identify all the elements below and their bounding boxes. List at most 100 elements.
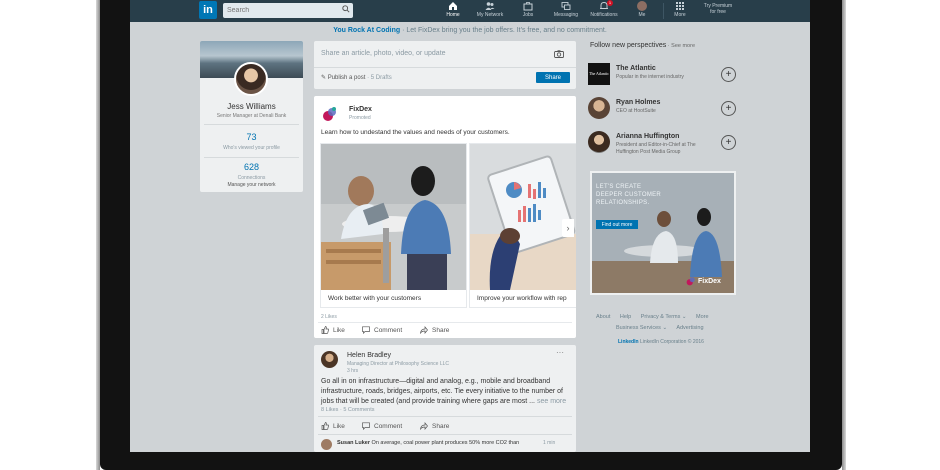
share-update-input[interactable]: Share an article, photo, video, or updat… [321,50,446,57]
plus-icon: + [725,102,732,114]
search-icon[interactable] [342,5,350,13]
see-more-link[interactable]: see more [537,398,566,405]
publish-label: Publish a post [327,75,366,81]
follow-suggestion: The Atlantic The Atlantic Popular in the… [588,63,748,91]
the-atlantic-logo[interactable]: The Atlantic [588,63,610,85]
sidebar-ad[interactable]: LET'S CREATE DEEPER CUSTOMER RELATIONSHI… [590,171,736,295]
sidebar-ad-brand: FixDex [698,277,721,285]
post-comment-button[interactable]: Comment [362,422,402,430]
camera-icon[interactable] [554,50,564,58]
ad-like-button[interactable]: Like [321,326,345,334]
post-divider [318,434,572,435]
comment-text: On average, coal power plant produces 50… [370,440,520,446]
ad-share-label: Share [432,326,450,334]
profile-headline: Senior Manager at Denali Bank [216,113,287,119]
footer-link-help[interactable]: Help [620,314,631,320]
ad-divider [318,322,572,323]
commenter-avatar[interactable] [321,439,332,450]
manage-network-link[interactable]: Manage your network [200,182,303,188]
carousel-next-button[interactable]: › [562,219,574,237]
try-premium-link[interactable]: Try Premium for free [698,3,738,15]
linkedin-wordmark: LinkedIn [618,339,639,345]
home-icon [449,2,457,10]
carousel-slide-1[interactable]: Work better with your customers [320,143,467,308]
connections-count[interactable]: 628 [200,162,303,172]
post-timestamp: 3 hrs [347,368,359,374]
share-button[interactable]: Share [536,72,570,83]
post-like-label: Like [333,422,345,430]
post-author-name[interactable]: Helen Bradley [347,352,391,359]
ad-brand-name[interactable]: FixDex [349,106,372,113]
search-input[interactable] [223,3,353,18]
follow-description: CEO at HootSuite [616,108,656,114]
footer-link-business[interactable]: Business Services ⌄ [616,325,667,331]
linkedin-logo[interactable]: in [199,1,217,19]
bezel-edge-right [842,0,846,470]
nav-more-label: More [674,12,686,18]
profile-divider [204,157,299,158]
sidebar-ad-line-1: LET'S CREATE [596,184,642,190]
follow-perspectives-header: Follow new perspectives · See more [590,42,695,49]
briefcase-icon [523,2,533,11]
footer-link-privacy[interactable]: Privacy & Terms ⌄ [641,314,687,320]
sidebar-ad-logo: FixDex [686,276,721,286]
follow-button[interactable]: + [721,67,736,82]
connections-label[interactable]: Connections [200,175,303,181]
feed-post: Helen Bradley Managing Director at Philo… [314,345,576,452]
ryan-holmes-avatar[interactable] [588,97,610,119]
see-more-link[interactable]: · See more [666,43,695,49]
banner-link[interactable]: You Rock At Coding [333,27,400,34]
post-author-avatar[interactable] [321,351,338,368]
messaging-icon [561,2,571,10]
follow-name[interactable]: Ryan Holmes [616,99,660,106]
follow-button[interactable]: + [721,135,736,150]
footer-links-row-1: About Help Privacy & Terms ⌄ More [596,314,736,320]
post-like-button[interactable]: Like [321,422,345,430]
footer-link-more[interactable]: More [696,314,709,320]
slide-2-photo [470,144,576,290]
find-out-more-button[interactable]: Find out more [596,220,638,229]
post-share-label: Share [432,422,450,430]
nav-more[interactable]: More [658,1,702,18]
ad-share-button[interactable]: Share [420,326,449,334]
footer-link-about[interactable]: About [596,314,610,320]
promoted-label: Promoted [349,115,371,121]
plus-icon: + [725,136,732,148]
comment-icon [362,326,370,334]
slide-1-caption: Work better with your customers [328,295,422,302]
sponsored-carousel-post: FixDex Promoted Learn how to undestand t… [314,96,576,338]
fixdex-logo-icon[interactable] [322,106,338,122]
post-divider [318,416,572,417]
me-avatar [637,1,647,11]
notification-badge: 1 [607,0,613,6]
profile-name[interactable]: Jess Williams [200,102,303,111]
post-share-button[interactable]: Share [420,422,449,430]
device-frame: in Home My Network Jobs Messaging 1 [0,0,940,470]
banner-text: · Let FixDex bring you the job offers. I… [400,27,607,34]
profile-views-label[interactable]: Who's viewed your profile [200,145,303,151]
follow-button[interactable]: + [721,101,736,116]
footer-link-advertising[interactable]: Advertising [676,325,703,331]
footer-links-row-2: Business Services ⌄ Advertising [616,325,756,331]
share-icon [420,326,428,334]
ad-comment-label: Comment [374,326,403,334]
post-reaction-counts[interactable]: 8 Likes · 5 Comments [321,407,375,413]
follow-name[interactable]: The Atlantic [616,65,656,72]
carousel-slide-2[interactable]: Improve your workflow with rep [469,143,576,308]
premium-line-2: for free [710,9,726,15]
sidebar-ad-line-2: DEEPER CUSTOMER [596,192,662,198]
post-author-headline: Managing Director at Philosophy Science … [347,361,449,367]
copyright-notice: LinkedIn LinkedIn Corporation © 2016 [618,339,704,345]
publish-post-link[interactable]: ✎ Publish a post · 5 Drafts [321,74,392,81]
copyright-text: LinkedIn Corporation © 2016 [638,339,704,345]
arianna-huffington-avatar[interactable] [588,131,610,153]
post-overflow-menu-icon[interactable]: ··· [556,348,564,357]
commenter-name[interactable]: Susan Luker [337,440,370,446]
profile-photo[interactable] [234,62,268,96]
ad-likes-count[interactable]: 2 Likes [321,314,337,320]
rail-title: Follow new perspectives [590,42,667,49]
drafts-count: · 5 Drafts [365,75,392,81]
ad-comment-button[interactable]: Comment [362,326,402,334]
profile-views-count[interactable]: 73 [200,132,303,142]
follow-name[interactable]: Arianna Huffington [616,133,679,140]
